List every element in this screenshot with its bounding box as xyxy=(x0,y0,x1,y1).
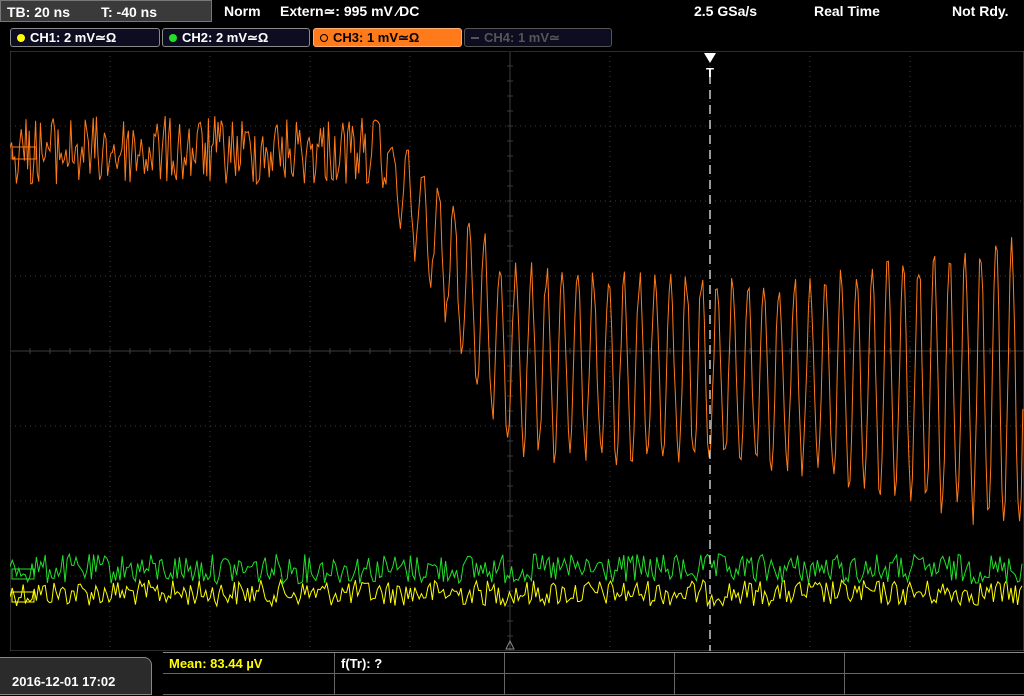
datetime-label: 2016-12-01 17:02 xyxy=(12,674,116,689)
timebase-panel[interactable]: TB: 20 ns T: -40 ns xyxy=(0,0,212,22)
measurement-cell-5[interactable] xyxy=(845,653,1024,674)
measurement-cell-9[interactable] xyxy=(675,674,845,695)
ch3-color-dot-icon xyxy=(320,34,328,42)
acquisition-status: Not Rdy. xyxy=(952,3,1009,19)
channel-tab-ch1[interactable]: CH1: 2 mV≃Ω xyxy=(10,28,160,47)
channel-label: CH4: 1 mV≃ xyxy=(484,30,560,45)
channel-label: CH3: 1 mV≃Ω xyxy=(333,30,420,45)
trigger-marker-label: T xyxy=(706,65,714,80)
channel-label: CH2: 2 mV≃Ω xyxy=(182,30,269,45)
sample-rate: 2.5 GSa/s xyxy=(694,3,758,19)
trigger-source[interactable]: Extern≃: 995 mV ⁄DC xyxy=(280,3,419,20)
mean-measurement: Mean: 83.44 µV xyxy=(169,656,263,671)
measurement-panel[interactable]: Mean: 83.44 µV f(Tr): ? xyxy=(163,652,1024,696)
waveform-display[interactable]: T xyxy=(10,51,1024,651)
channel-tab-ch2[interactable]: CH2: 2 mV≃Ω xyxy=(162,28,310,47)
channel-label: CH1: 2 mV≃Ω xyxy=(30,30,117,45)
measurement-cell-4[interactable] xyxy=(675,653,845,674)
channel-tab-ch3[interactable]: CH3: 1 mV≃Ω xyxy=(313,28,462,47)
measurement-cell-8[interactable] xyxy=(505,674,675,695)
measurement-cell-3[interactable] xyxy=(505,653,675,674)
datetime-panel: 2016-12-01 17:02 xyxy=(0,657,152,695)
channel-tab-ch4[interactable]: CH4: 1 mV≃ xyxy=(464,28,612,47)
frequency-measurement: f(Tr): ? xyxy=(341,656,383,671)
ch1-color-dot-icon xyxy=(17,34,25,42)
measurement-cell-7[interactable] xyxy=(335,674,505,695)
trigger-mode[interactable]: Norm xyxy=(224,3,261,19)
measurement-cell-10[interactable] xyxy=(845,674,1024,695)
measurement-cell-6[interactable] xyxy=(163,674,335,695)
measurement-cell-2[interactable]: f(Tr): ? xyxy=(335,653,505,674)
status-bar: TB: 20 ns T: -40 ns Norm Extern≃: 995 mV… xyxy=(0,0,1024,24)
trigger-time-readout: T: -40 ns xyxy=(101,4,158,20)
timebase-readout: TB: 20 ns xyxy=(7,4,71,20)
ch2-color-dot-icon xyxy=(169,34,177,42)
ch4-off-dash-icon xyxy=(471,37,479,39)
acquisition-mode[interactable]: Real Time xyxy=(814,3,880,19)
measurement-cell-1[interactable]: Mean: 83.44 µV xyxy=(163,653,335,674)
